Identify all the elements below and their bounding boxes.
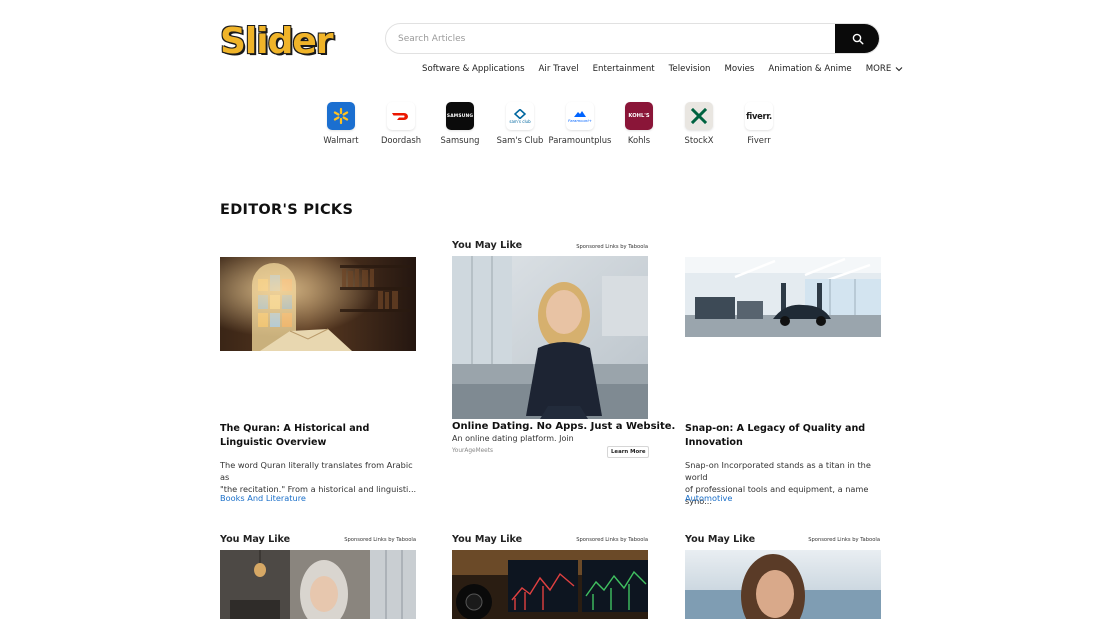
- article-desc-line: Snap-on Incorporated stands as a titan i…: [685, 460, 871, 482]
- ad-image-trading-screens[interactable]: [452, 550, 648, 619]
- search-icon: [852, 33, 864, 45]
- nav-item-animation[interactable]: Animation & Anime: [768, 63, 851, 75]
- article-desc-quran: The word Quran literally translates from…: [220, 459, 420, 495]
- ad-image-woman[interactable]: [452, 256, 648, 419]
- search-bar: [385, 23, 880, 54]
- article-desc-line: The word Quran literally translates from…: [220, 460, 413, 482]
- article-category-link[interactable]: Automotive: [685, 493, 732, 503]
- chevron-down-icon: [895, 67, 903, 72]
- sponsored-by-taboola[interactable]: Sponsored Links by Taboola: [560, 244, 648, 250]
- ad-title[interactable]: Online Dating. No Apps. Just a Website.: [452, 421, 675, 432]
- article-image-snap-on[interactable]: [685, 257, 881, 337]
- sponsored-by-taboola[interactable]: Sponsored Links by Taboola: [328, 537, 416, 543]
- ad-header: You May Like: [685, 534, 756, 545]
- fiverr-wordmark: fiverr.: [746, 111, 772, 121]
- ad-description: An online dating platform. Join: [452, 434, 574, 443]
- paramount-plus-icon: Paramount+: [566, 102, 594, 130]
- nav-more-button[interactable]: MORE: [866, 63, 904, 75]
- learn-more-button[interactable]: Learn More: [607, 446, 650, 458]
- nav-item-movies[interactable]: Movies: [724, 63, 754, 75]
- article-title-quran[interactable]: The Quran: A Historical and Linguistic O…: [220, 422, 416, 450]
- kohls-icon: KOHL'S: [625, 102, 653, 130]
- section-title: EDITOR'S PICKS: [220, 202, 354, 218]
- samsung-wordmark: SAMSUNG: [446, 113, 474, 119]
- article-image-quran[interactable]: [220, 257, 416, 351]
- stockx-icon: [685, 102, 713, 130]
- brand-label: Fiverr: [747, 135, 771, 145]
- kohls-wordmark: KOHL'S: [628, 113, 650, 119]
- nav-item-software[interactable]: Software & Applications: [422, 63, 525, 75]
- sponsored-by-taboola[interactable]: Sponsored Links by Taboola: [792, 537, 880, 543]
- fiverr-icon: fiverr.: [745, 102, 773, 130]
- search-button[interactable]: [835, 24, 879, 53]
- logo-text: Slider: [220, 21, 334, 62]
- ad-header: You May Like: [452, 534, 523, 545]
- doordash-icon: [387, 102, 415, 130]
- main-nav: Software & Applications Air Travel Enter…: [422, 63, 903, 75]
- ad-header: You May Like: [452, 240, 523, 251]
- article-title-snap-on[interactable]: Snap-on: A Legacy of Quality and Innovat…: [685, 422, 881, 450]
- brand-fiverr[interactable]: fiverr. Fiverr: [724, 102, 794, 145]
- site-logo[interactable]: Slider: [220, 21, 334, 62]
- article-category-link[interactable]: Books And Literature: [220, 493, 306, 503]
- search-input[interactable]: [386, 24, 837, 53]
- samsung-icon: SAMSUNG: [446, 102, 474, 130]
- ad-source: YourAgeMeets: [452, 448, 494, 454]
- ad-image-kitchen-woman[interactable]: [220, 550, 416, 619]
- nav-item-television[interactable]: Television: [669, 63, 711, 75]
- nav-more-label: MORE: [865, 64, 892, 74]
- ad-header: You May Like: [220, 534, 291, 545]
- sponsored-by-taboola[interactable]: Sponsored Links by Taboola: [560, 537, 648, 543]
- nav-item-entertainment[interactable]: Entertainment: [593, 63, 655, 75]
- nav-item-air-travel[interactable]: Air Travel: [539, 63, 579, 75]
- sams-club-wordmark: sam's club: [509, 118, 531, 124]
- paramount-wordmark: Paramount+: [567, 118, 592, 123]
- sams-club-icon: sam's club: [506, 102, 534, 130]
- ad-image-beach-woman[interactable]: [685, 550, 881, 619]
- walmart-spark-icon: [327, 102, 355, 130]
